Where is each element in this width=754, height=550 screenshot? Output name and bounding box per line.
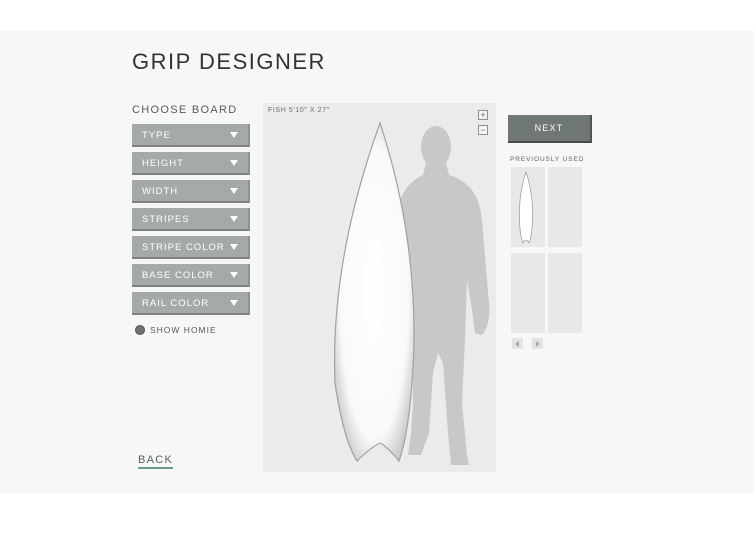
stripe-color-dropdown-label: STRIPE COLOR: [142, 242, 225, 253]
stripes-dropdown[interactable]: STRIPES: [132, 208, 250, 231]
previously-used-heading: PREVIOUSLY USED: [510, 156, 585, 163]
choose-board-heading: CHOOSE BOARD: [132, 104, 238, 116]
chevron-down-icon: [230, 300, 238, 306]
show-homie-toggle[interactable]: SHOW HOMIE: [135, 325, 217, 335]
triangle-right-icon[interactable]: [532, 338, 543, 349]
base-color-dropdown[interactable]: BASE COLOR: [132, 264, 250, 287]
base-color-dropdown-label: BASE COLOR: [142, 270, 214, 281]
board-preview-canvas: FISH 5'10" X 27" + −: [263, 103, 496, 472]
show-homie-label: SHOW HOMIE: [150, 325, 217, 335]
stripes-dropdown-label: STRIPES: [142, 214, 190, 225]
minus-icon[interactable]: −: [478, 125, 488, 135]
show-homie-radio[interactable]: [135, 325, 145, 335]
previous-board-slot[interactable]: [548, 167, 582, 247]
height-dropdown-label: HEIGHT: [142, 158, 184, 169]
board-preview-illustration: [333, 121, 490, 465]
type-dropdown-label: TYPE: [142, 130, 171, 141]
previous-board-thumbnail[interactable]: [511, 167, 545, 247]
rail-color-dropdown-label: RAIL COLOR: [142, 298, 210, 309]
chevron-down-icon: [230, 244, 238, 250]
back-link[interactable]: BACK: [138, 454, 174, 469]
previous-board-slot[interactable]: [511, 253, 545, 333]
chevron-down-icon: [230, 132, 238, 138]
previous-board-slot[interactable]: [548, 253, 582, 333]
page-title: GRIP DESIGNER: [132, 49, 326, 74]
type-dropdown[interactable]: TYPE: [132, 124, 250, 147]
surfboard: [333, 121, 415, 463]
width-dropdown-label: WIDTH: [142, 186, 179, 197]
chevron-down-icon: [230, 160, 238, 166]
next-button[interactable]: NEXT: [508, 115, 592, 143]
plus-icon[interactable]: +: [478, 110, 488, 120]
board-size-caption: FISH 5'10" X 27": [268, 107, 330, 114]
chevron-down-icon: [230, 188, 238, 194]
chevron-down-icon: [230, 216, 238, 222]
rail-color-dropdown[interactable]: RAIL COLOR: [132, 292, 250, 315]
surfboard-thumbnail-icon: [518, 170, 534, 244]
triangle-left-icon[interactable]: [512, 338, 523, 349]
board-options: TYPE HEIGHT WIDTH STRIPES STRIPE COLOR B…: [132, 124, 250, 320]
height-dropdown[interactable]: HEIGHT: [132, 152, 250, 175]
stripe-color-dropdown[interactable]: STRIPE COLOR: [132, 236, 250, 259]
width-dropdown[interactable]: WIDTH: [132, 180, 250, 203]
chevron-down-icon: [230, 272, 238, 278]
